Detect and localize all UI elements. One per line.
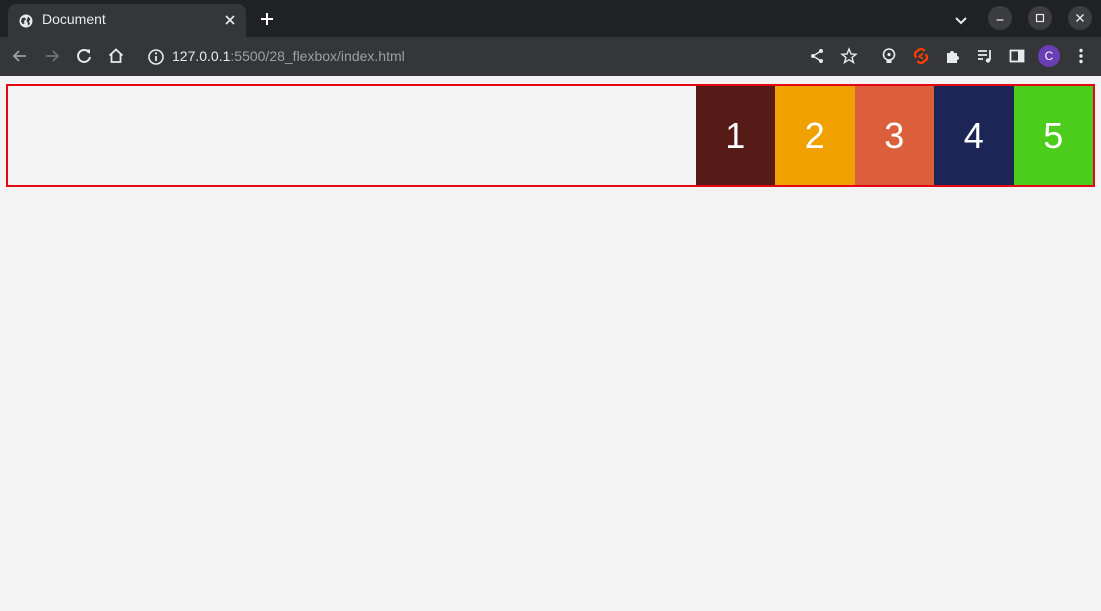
info-icon[interactable] [146,47,164,65]
flex-item-4: 4 [934,86,1014,185]
flex-item-5: 5 [1013,86,1093,185]
tab-document[interactable]: Document [8,4,246,37]
forward-arrow-icon[interactable] [42,46,62,66]
share-icon[interactable] [807,46,827,66]
url-path: :5500/28_flexbox/index.html [230,48,405,64]
globe-icon [19,13,33,28]
home-icon[interactable] [106,46,126,66]
svelte-extension-icon[interactable] [911,46,931,66]
browser-window: Document 127.0.0.1:5500/28_flexbox/index… [0,0,1101,611]
minimize-button[interactable] [988,6,1012,30]
profile-avatar[interactable]: C [1038,45,1060,67]
page-viewport: 1 2 3 4 5 [0,76,1101,611]
close-icon[interactable] [222,12,238,28]
flex-item-1: 1 [695,86,775,185]
url-text[interactable]: 127.0.0.1:5500/28_flexbox/index.html [172,48,405,64]
url-host: 127.0.0.1 [172,48,231,64]
maximize-button[interactable] [1028,6,1052,30]
bookmark-star-icon[interactable] [839,46,859,66]
puzzle-extensions-icon[interactable] [943,46,963,66]
window-close-button[interactable] [1068,6,1092,30]
side-panel-icon[interactable] [1007,46,1027,66]
kebab-menu-icon[interactable] [1071,46,1091,66]
lightbulb-extension-icon[interactable] [879,46,899,66]
back-arrow-icon[interactable] [10,46,30,66]
plus-icon[interactable] [258,10,276,28]
flex-container: 1 2 3 4 5 [6,84,1095,187]
media-queue-icon[interactable] [975,46,995,66]
chevron-down-icon[interactable] [952,11,970,29]
flex-item-3: 3 [854,86,934,185]
tab-strip: Document [0,0,1101,37]
flex-item-2: 2 [775,86,855,185]
browser-toolbar: 127.0.0.1:5500/28_flexbox/index.html C [0,37,1101,76]
tab-title: Document [42,11,106,27]
reload-icon[interactable] [74,46,94,66]
